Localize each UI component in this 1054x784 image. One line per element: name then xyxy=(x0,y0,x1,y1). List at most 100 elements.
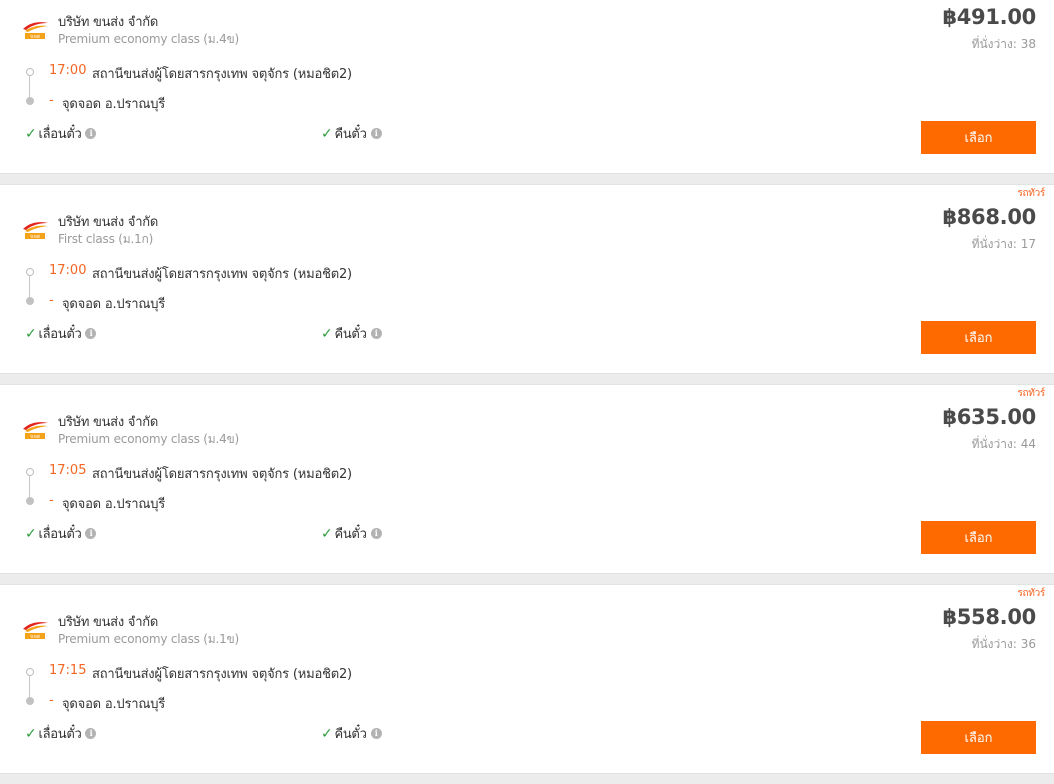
departure-station: สถานีขนส่งผู้โดยสารกรุงเทพ จตุจักร (หมอช… xyxy=(92,667,352,682)
feature-change-ticket: ✓ เลื่อนตั๋ว i xyxy=(25,123,97,144)
bus-class: Premium economy class (ม.4ข) xyxy=(58,32,240,46)
feature-label: เลื่อนตั๋ว xyxy=(38,327,82,342)
destination-dot-icon xyxy=(26,497,34,505)
bus-company-logo-icon: บขส xyxy=(21,220,49,240)
origin-dot-icon xyxy=(26,468,34,476)
bus-company-logo-icon: บขส xyxy=(21,20,49,40)
company-name: บริษัท ขนส่ง จำกัด xyxy=(58,215,159,230)
route-line xyxy=(29,76,30,98)
company-name: บริษัท ขนส่ง จำกัด xyxy=(58,415,159,430)
check-icon: ✓ xyxy=(25,125,37,142)
info-icon[interactable]: i xyxy=(85,128,97,139)
feature-refund-ticket: ✓ คืนตั๋ว i xyxy=(321,723,382,744)
feature-refund-ticket: ✓ คืนตั๋ว i xyxy=(321,323,382,344)
bus-company-logo-icon: บขส xyxy=(21,620,49,640)
route-timeline xyxy=(25,468,35,506)
price: ฿868.00 xyxy=(942,205,1036,229)
select-button[interactable]: เลือก xyxy=(921,321,1036,354)
seats-available: ที่นั่งว่าง: 17 xyxy=(971,237,1036,251)
departure-station: สถานีขนส่งผู้โดยสารกรุงเทพ จตุจักร (หมอช… xyxy=(92,267,352,282)
company-name: บริษัท ขนส่ง จำกัด xyxy=(58,15,159,30)
feature-label: คืนตั๋ว xyxy=(334,327,367,342)
arrival-time: - xyxy=(49,693,54,708)
feature-label: คืนตั๋ว xyxy=(334,127,367,142)
svg-text:บขส: บขส xyxy=(30,634,40,640)
feature-change-ticket: ✓ เลื่อนตั๋ว i xyxy=(25,523,97,544)
departure-time: 17:00 xyxy=(49,263,87,278)
departure-station: สถานีขนส่งผู้โดยสารกรุงเทพ จตุจักร (หมอช… xyxy=(92,67,352,82)
arrival-station: จุดจอด อ.ปราณบุรี xyxy=(62,97,166,112)
svg-text:บขส: บขส xyxy=(30,34,40,40)
route-timeline xyxy=(25,268,35,306)
feature-label: คืนตั๋ว xyxy=(334,527,367,542)
arrival-time: - xyxy=(49,493,54,508)
arrival-time: - xyxy=(49,293,54,308)
feature-refund-ticket: ✓ คืนตั๋ว i xyxy=(321,123,382,144)
price: ฿558.00 xyxy=(942,605,1036,629)
trip-card: บขส บริษัท ขนส่ง จำกัด Premium economy c… xyxy=(0,0,1054,174)
seats-available: ที่นั่งว่าง: 38 xyxy=(971,37,1036,51)
check-icon: ✓ xyxy=(25,325,37,342)
arrival-station: จุดจอด อ.ปราณบุรี xyxy=(62,697,166,712)
feature-label: เลื่อนตั๋ว xyxy=(38,527,82,542)
feature-label: เลื่อนตั๋ว xyxy=(38,727,82,742)
destination-dot-icon xyxy=(26,97,34,105)
feature-label: เลื่อนตั๋ว xyxy=(38,127,82,142)
trip-card: รถทัวร์ บขส บริษัท ขนส่ง จำกัด First cla… xyxy=(0,184,1054,374)
tour-bus-tag: รถทัวร์ xyxy=(1017,188,1045,199)
arrival-station: จุดจอด อ.ปราณบุรี xyxy=(62,297,166,312)
trip-card: รถทัวร์ บขส บริษัท ขนส่ง จำกัด Premium e… xyxy=(0,384,1054,574)
tour-bus-tag: รถทัวร์ xyxy=(1017,588,1045,599)
arrival-time: - xyxy=(49,93,54,108)
origin-dot-icon xyxy=(26,268,34,276)
departure-station: สถานีขนส่งผู้โดยสารกรุงเทพ จตุจักร (หมอช… xyxy=(92,467,352,482)
svg-text:บขส: บขส xyxy=(30,234,40,240)
select-button[interactable]: เลือก xyxy=(921,121,1036,154)
bus-class: Premium economy class (ม.4ข) xyxy=(58,432,240,446)
feature-refund-ticket: ✓ คืนตั๋ว i xyxy=(321,523,382,544)
trip-card: รถทัวร์ บขส บริษัท ขนส่ง จำกัด Premium e… xyxy=(0,584,1054,774)
destination-dot-icon xyxy=(26,297,34,305)
check-icon: ✓ xyxy=(25,725,37,742)
route-timeline xyxy=(25,668,35,706)
origin-dot-icon xyxy=(26,668,34,676)
route-line xyxy=(29,276,30,298)
select-button[interactable]: เลือก xyxy=(921,521,1036,554)
trip-list: บขส บริษัท ขนส่ง จำกัด Premium economy c… xyxy=(0,0,1054,784)
route-timeline xyxy=(25,68,35,106)
info-icon[interactable]: i xyxy=(85,728,97,739)
info-icon[interactable]: i xyxy=(370,128,382,139)
check-icon: ✓ xyxy=(321,125,333,142)
feature-change-ticket: ✓ เลื่อนตั๋ว i xyxy=(25,723,97,744)
check-icon: ✓ xyxy=(321,525,333,542)
departure-time: 17:00 xyxy=(49,63,87,78)
route-line xyxy=(29,676,30,698)
check-icon: ✓ xyxy=(321,725,333,742)
info-icon[interactable]: i xyxy=(370,328,382,339)
select-button[interactable]: เลือก xyxy=(921,721,1036,754)
destination-dot-icon xyxy=(26,697,34,705)
feature-label: คืนตั๋ว xyxy=(334,727,367,742)
check-icon: ✓ xyxy=(321,325,333,342)
bus-class: First class (ม.1ก) xyxy=(58,232,154,246)
check-icon: ✓ xyxy=(25,525,37,542)
svg-text:บขส: บขส xyxy=(30,434,40,440)
price: ฿635.00 xyxy=(942,405,1036,429)
info-icon[interactable]: i xyxy=(85,328,97,339)
company-name: บริษัท ขนส่ง จำกัด xyxy=(58,615,159,630)
info-icon[interactable]: i xyxy=(370,528,382,539)
seats-available: ที่นั่งว่าง: 36 xyxy=(971,637,1036,651)
info-icon[interactable]: i xyxy=(370,728,382,739)
departure-time: 17:05 xyxy=(49,463,87,478)
departure-time: 17:15 xyxy=(49,663,87,678)
arrival-station: จุดจอด อ.ปราณบุรี xyxy=(62,497,166,512)
bus-class: Premium economy class (ม.1ข) xyxy=(58,632,240,646)
bus-company-logo-icon: บขส xyxy=(21,420,49,440)
route-line xyxy=(29,476,30,498)
info-icon[interactable]: i xyxy=(85,528,97,539)
feature-change-ticket: ✓ เลื่อนตั๋ว i xyxy=(25,323,97,344)
seats-available: ที่นั่งว่าง: 44 xyxy=(971,437,1036,451)
origin-dot-icon xyxy=(26,68,34,76)
tour-bus-tag: รถทัวร์ xyxy=(1017,388,1045,399)
price: ฿491.00 xyxy=(942,5,1036,29)
